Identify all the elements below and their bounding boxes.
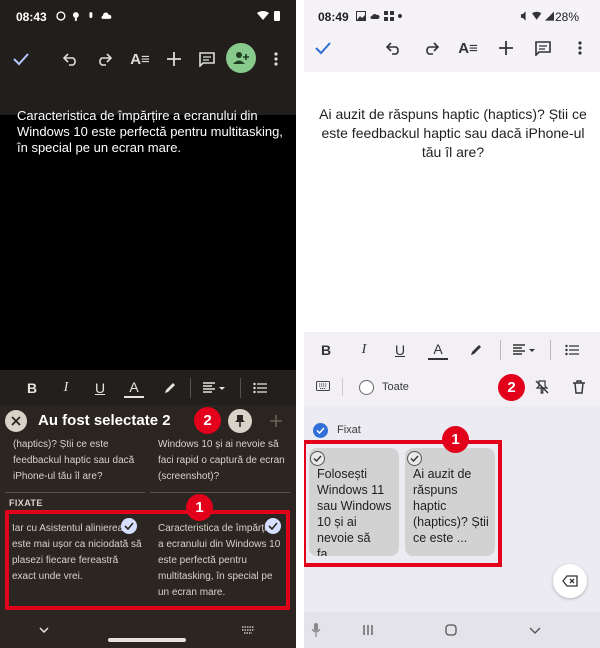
battery-icon — [274, 11, 280, 21]
wifi-icon — [532, 11, 542, 20]
divider — [190, 378, 191, 398]
annotation-badge: 1 — [186, 494, 213, 521]
bold-icon[interactable]: B — [22, 378, 42, 398]
highlight-box — [304, 440, 502, 567]
italic-icon[interactable]: I — [56, 378, 76, 398]
dot-icon — [398, 14, 402, 18]
list-icon[interactable] — [250, 378, 270, 398]
status-time: 08:49 — [318, 10, 349, 24]
add-person-icon[interactable] — [226, 43, 256, 73]
add-icon[interactable] — [495, 37, 517, 59]
highlight-icon[interactable] — [466, 340, 486, 360]
grid-icon — [384, 11, 394, 21]
comment-icon[interactable] — [196, 48, 218, 70]
align-icon[interactable] — [510, 340, 540, 360]
text-color-icon[interactable]: A — [428, 340, 448, 360]
annotation-badge: 1 — [442, 426, 469, 453]
section-label: FIXATE — [9, 498, 43, 508]
right-screenshot: 08:49 28% A≡ Ai auzit de răspuns haptic … — [304, 0, 600, 648]
divider — [240, 378, 241, 398]
status-right-icons — [520, 10, 554, 22]
bulb-icon — [72, 12, 79, 21]
redo-icon[interactable] — [93, 48, 115, 70]
redo-icon[interactable] — [420, 37, 442, 59]
note-card[interactable]: Windows 10 și ai nevoie să faci rapid o … — [158, 437, 286, 487]
comment-icon[interactable] — [532, 37, 554, 59]
keyboard-icon[interactable] — [314, 378, 332, 394]
mic-icon[interactable] — [308, 622, 324, 638]
backspace-icon[interactable] — [553, 564, 587, 598]
text-format-icon[interactable]: A≡ — [128, 47, 152, 71]
check-icon[interactable] — [10, 48, 32, 70]
section-label: Fixat — [337, 424, 361, 436]
card-border — [5, 489, 145, 493]
text-format-icon[interactable]: A≡ — [456, 36, 480, 60]
status-time: 08:43 — [16, 10, 47, 24]
check-icon — [313, 423, 328, 438]
notification-icon — [56, 11, 66, 21]
format-toolbar — [304, 332, 600, 368]
underline-icon[interactable]: U — [90, 378, 110, 398]
pin-icon[interactable] — [228, 409, 252, 433]
battery-level: 28% — [555, 10, 580, 24]
annotation-badge: 2 — [498, 374, 525, 401]
note-body[interactable]: Ai auzit de răspuns haptic (haptics)? Șt… — [318, 105, 588, 162]
more-vert-icon[interactable] — [268, 48, 284, 70]
bold-icon[interactable]: B — [316, 340, 336, 360]
select-all-radio[interactable] — [359, 380, 374, 395]
recent-apps-icon[interactable] — [360, 622, 376, 638]
mute-icon — [520, 11, 526, 21]
underline-icon[interactable]: U — [390, 340, 410, 360]
undo-icon[interactable] — [60, 48, 82, 70]
selection-count: Au fost selectate 2 — [38, 412, 171, 429]
divider — [550, 340, 551, 360]
image-icon — [356, 11, 366, 21]
chevron-down-icon[interactable] — [527, 622, 543, 638]
align-icon[interactable] — [200, 378, 230, 398]
note-body[interactable]: Caracteristica de împărțire a ecranului … — [17, 108, 285, 156]
text-color-icon[interactable]: A — [124, 378, 144, 398]
more-vert-icon[interactable] — [572, 37, 588, 59]
highlight-box — [5, 510, 290, 610]
status-icons — [356, 10, 402, 22]
italic-icon[interactable]: I — [354, 340, 374, 360]
delete-icon[interactable] — [569, 377, 589, 397]
annotation-badge: 2 — [194, 407, 221, 434]
list-icon[interactable] — [562, 340, 582, 360]
unpin-icon[interactable] — [532, 377, 552, 397]
card-border — [150, 489, 290, 493]
add-icon[interactable] — [266, 410, 286, 432]
signal-icon — [544, 11, 554, 21]
chevron-down-icon[interactable] — [36, 624, 52, 636]
status-right-icons — [250, 9, 288, 23]
divider — [500, 340, 501, 360]
keyboard-icon[interactable] — [238, 624, 258, 636]
select-all-label[interactable]: Toate — [382, 381, 409, 393]
home-icon[interactable] — [443, 622, 459, 638]
cloud-icon — [101, 12, 112, 19]
mic-status-icon — [88, 12, 92, 18]
divider — [342, 378, 343, 396]
undo-icon[interactable] — [383, 37, 405, 59]
status-icons — [56, 9, 112, 23]
selection-bar — [304, 368, 600, 406]
home-indicator[interactable] — [108, 638, 186, 642]
close-icon[interactable] — [5, 410, 27, 432]
note-card[interactable]: (haptics)? Știi ce este feedbackul hapti… — [13, 437, 143, 487]
left-screenshot: 08:43 A≡ Caracteristica de împărțire a e… — [0, 0, 296, 648]
add-icon[interactable] — [163, 48, 185, 70]
cloud-icon — [370, 14, 380, 19]
check-icon[interactable] — [312, 37, 334, 59]
highlight-icon[interactable] — [160, 378, 180, 398]
wifi-icon — [257, 11, 269, 20]
